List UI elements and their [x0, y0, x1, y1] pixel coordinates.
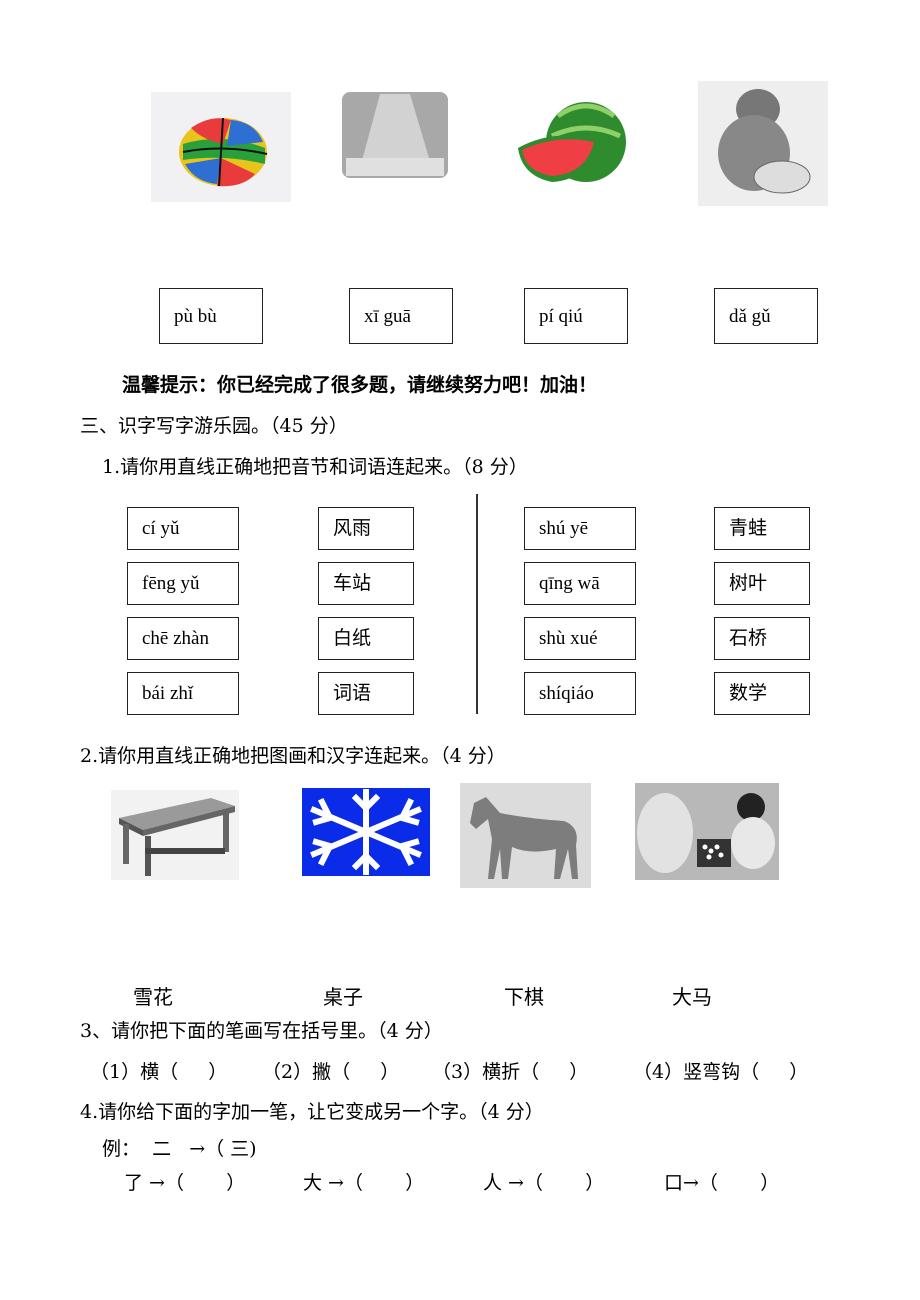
- encouragement-tip: 温馨提示：你已经完成了很多题，请继续努力吧！加油！: [122, 374, 598, 396]
- right-word-1: 青蛙: [714, 507, 810, 550]
- left-word-3: 白纸: [318, 617, 414, 660]
- q2-word-4: 大马: [672, 985, 712, 1009]
- pinyin-text: chē zhàn: [142, 628, 209, 649]
- right-word-4: 数学: [714, 672, 810, 715]
- left-word-1: 风雨: [318, 507, 414, 550]
- right-pinyin-1: shú yē: [524, 507, 636, 550]
- q2-word-3: 下棋: [504, 985, 544, 1009]
- snowflake-image: [302, 788, 430, 876]
- stroke-item-4: （4）竖弯钩（ ）: [633, 1061, 809, 1083]
- left-word-4: 词语: [318, 672, 414, 715]
- bear-drum-image: [698, 81, 828, 206]
- pinyin-text: qīng wā: [539, 573, 600, 594]
- q2-word-2: 桌子: [323, 985, 363, 1009]
- pinyin-text: shù xué: [539, 628, 598, 649]
- example-line: 例： 二 →（ 三): [102, 1138, 257, 1160]
- pinyin-text: fēng yǔ: [142, 573, 200, 594]
- pinyin-box-2: xī guā: [349, 288, 453, 344]
- word-text: 青蛙: [729, 518, 768, 539]
- pinyin-text: pù bù: [174, 305, 217, 327]
- word-text: 词语: [333, 683, 372, 704]
- left-pinyin-2: fēng yǔ: [127, 562, 239, 605]
- left-pinyin-1: cí yǔ: [127, 507, 239, 550]
- left-word-2: 车站: [318, 562, 414, 605]
- pinyin-text: bái zhǐ: [142, 683, 194, 704]
- left-pinyin-3: chē zhàn: [127, 617, 239, 660]
- add-stroke-item-4: 口→（ ）: [664, 1172, 780, 1194]
- horse-image: [460, 783, 591, 888]
- add-stroke-item-2: 大 →（ ）: [303, 1172, 425, 1194]
- right-pinyin-2: qīng wā: [524, 562, 636, 605]
- right-word-3: 石桥: [714, 617, 810, 660]
- watermelon-image: [514, 96, 628, 192]
- right-pinyin-4: shíqiáo: [524, 672, 636, 715]
- add-stroke-item-1: 了 →（ ）: [124, 1172, 246, 1194]
- q2-word-1: 雪花: [133, 985, 173, 1009]
- ball-image: [151, 92, 291, 202]
- word-text: 白纸: [333, 628, 372, 649]
- pinyin-box-1: pù bù: [159, 288, 263, 344]
- pinyin-text: xī guā: [364, 305, 411, 327]
- word-text: 车站: [333, 573, 372, 594]
- word-text: 石桥: [729, 628, 768, 649]
- pinyin-text: dǎ gǔ: [729, 305, 771, 327]
- pinyin-box-3: pí qiú: [524, 288, 628, 344]
- left-pinyin-4: bái zhǐ: [127, 672, 239, 715]
- stroke-item-3: （3）横折（ ）: [432, 1061, 589, 1083]
- playing-chess-image: [635, 783, 779, 880]
- word-text: 风雨: [333, 518, 372, 539]
- pinyin-text: shú yē: [539, 518, 589, 539]
- question-1-title: 1.请你用直线正确地把音节和词语连起来。（8 分）: [102, 456, 528, 478]
- word-text: 树叶: [729, 573, 768, 594]
- section-title: 三、识字写字游乐园。（45 分）: [80, 415, 348, 437]
- add-stroke-item-3: 人 →（ ）: [483, 1172, 605, 1194]
- stroke-item-2: （2）撇（ ）: [262, 1061, 400, 1083]
- pinyin-text: pí qiú: [539, 305, 583, 327]
- stroke-item-1: （1）横（ ）: [90, 1061, 228, 1083]
- waterfall-image: [340, 88, 450, 183]
- pinyin-text: cí yǔ: [142, 518, 180, 539]
- pinyin-box-4: dǎ gǔ: [714, 288, 818, 344]
- question-3-title: 3、请你把下面的笔画写在括号里。（4 分）: [80, 1020, 443, 1042]
- pinyin-text: shíqiáo: [539, 683, 594, 704]
- column-divider: [476, 494, 478, 714]
- right-pinyin-3: shù xué: [524, 617, 636, 660]
- word-text: 数学: [729, 683, 768, 704]
- question-4-title: 4.请你给下面的字加一笔，让它变成另一个字。（4 分）: [80, 1101, 544, 1123]
- question-2-title: 2.请你用直线正确地把图画和汉字连起来。（4 分）: [80, 745, 506, 767]
- table-image: [111, 790, 239, 880]
- right-word-2: 树叶: [714, 562, 810, 605]
